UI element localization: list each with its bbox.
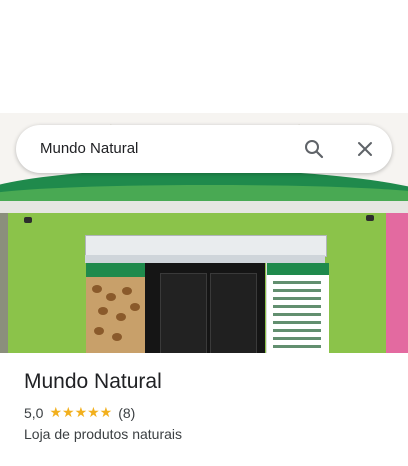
door-awning-bar xyxy=(85,255,325,263)
rating-row[interactable]: 5,0 ★★★★★ (8) xyxy=(24,404,135,421)
review-count[interactable]: (8) xyxy=(118,405,135,421)
neighbor-wall-right xyxy=(386,213,408,353)
place-title: Mundo Natural xyxy=(24,370,162,393)
close-icon[interactable] xyxy=(353,137,377,161)
place-category: Loja de produtos naturais xyxy=(24,426,182,442)
map-blank-area xyxy=(0,0,408,113)
search-input[interactable]: Mundo Natural xyxy=(40,125,138,173)
door-awning xyxy=(85,235,327,257)
rating-value: 5,0 xyxy=(24,404,44,421)
search-icon[interactable] xyxy=(302,137,326,161)
window-poster-nuts xyxy=(86,263,146,353)
security-camera xyxy=(366,215,374,221)
star-rating-icon: ★★★★★ xyxy=(49,404,113,420)
door-glass-right xyxy=(210,273,257,353)
security-camera xyxy=(24,217,32,223)
search-bar[interactable]: Mundo Natural xyxy=(16,125,392,173)
window-poster-list xyxy=(266,263,329,353)
door-glass-left xyxy=(160,273,207,353)
